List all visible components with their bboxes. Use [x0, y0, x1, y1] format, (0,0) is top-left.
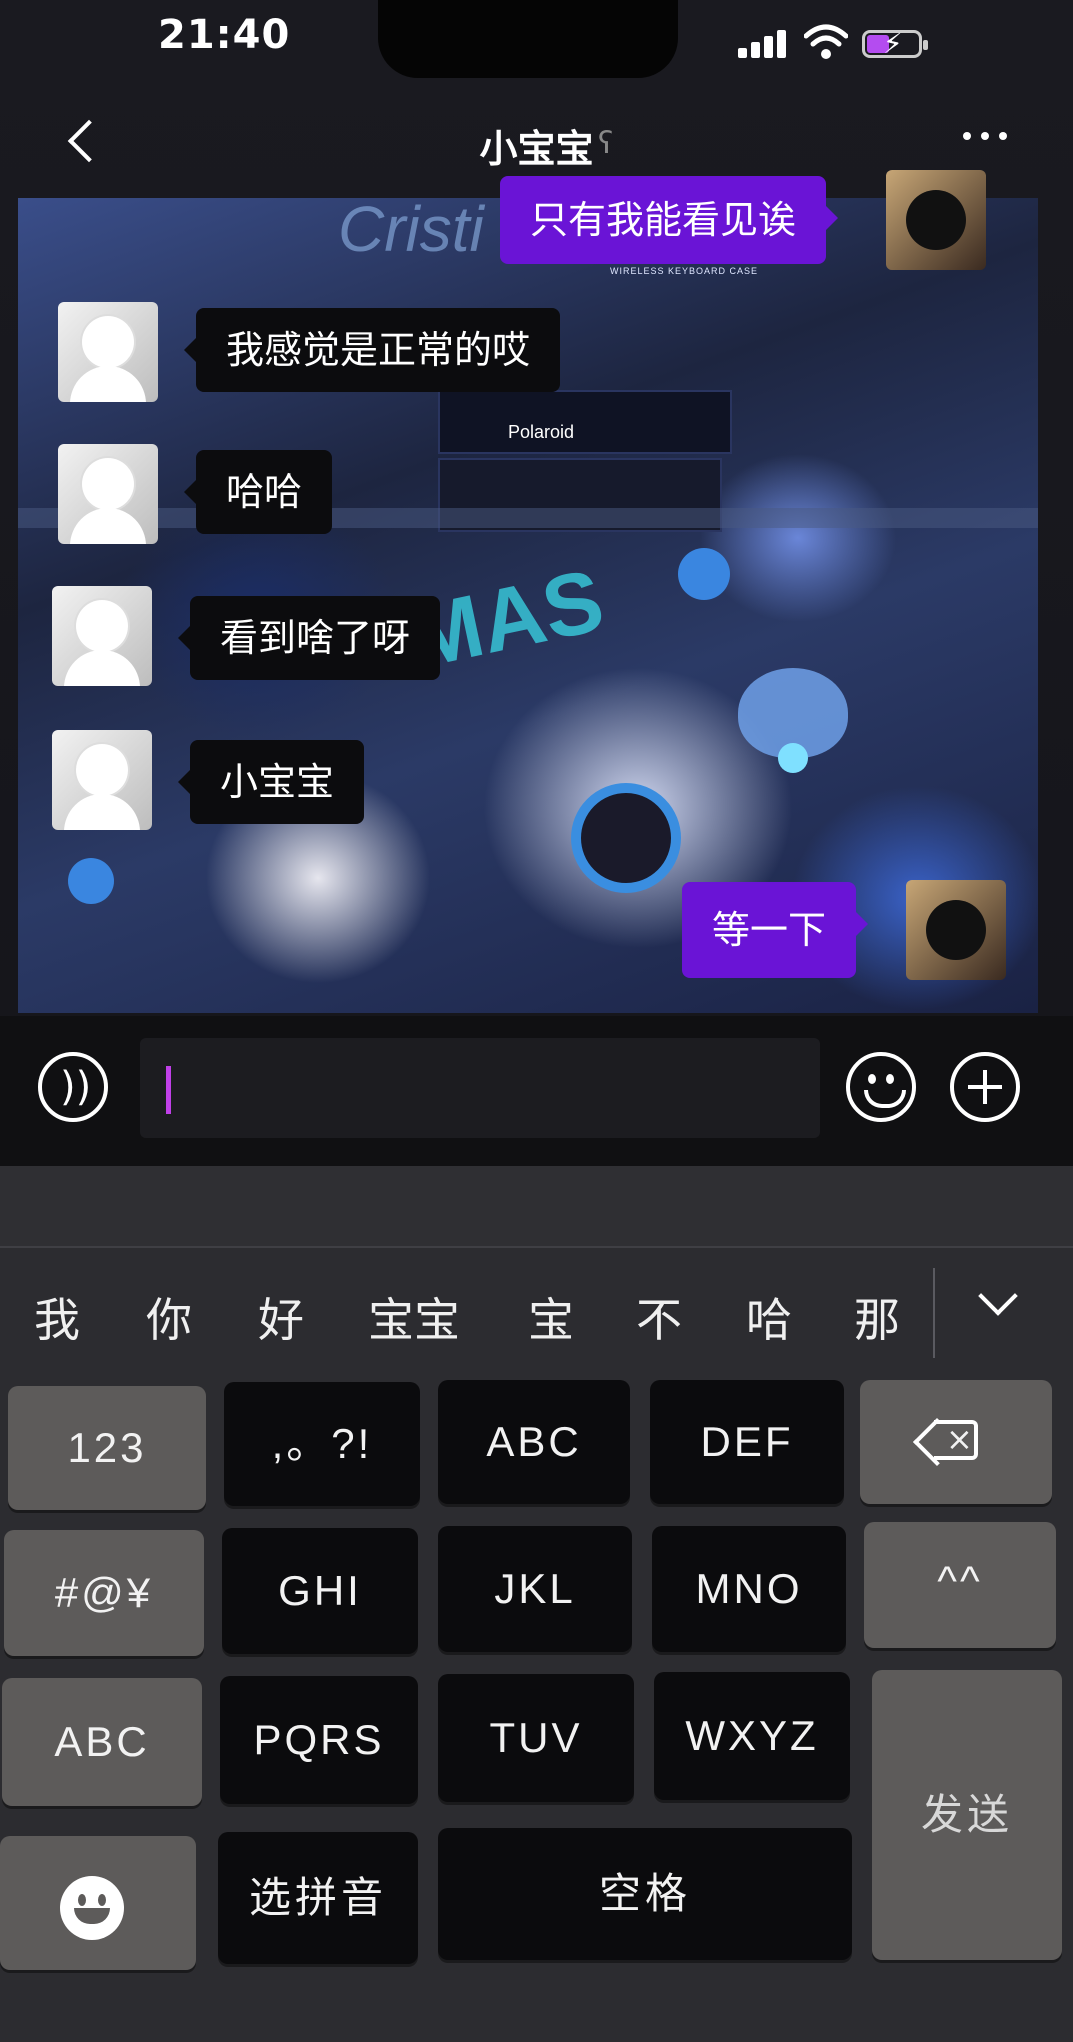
cellular-signal-icon: [738, 30, 790, 58]
message-bubble-outgoing[interactable]: 等一下: [682, 882, 869, 978]
message-bubble-incoming[interactable]: 看到啥了呀: [177, 596, 441, 680]
key-123[interactable]: 123: [8, 1386, 206, 1510]
bg-face: [571, 783, 681, 893]
key-jkl[interactable]: JKL: [438, 1526, 632, 1652]
key-pqrs[interactable]: PQRS: [220, 1676, 418, 1804]
key-mno[interactable]: MNO: [652, 1526, 846, 1652]
bg-ornament: [68, 858, 114, 904]
bg-text-keyboard-case: WIRELESS KEYBOARD CASE: [610, 266, 759, 276]
emoji-icon: [60, 1876, 124, 1940]
more-actions-button[interactable]: [950, 1052, 1020, 1122]
candidate-word[interactable]: 宝宝: [368, 1284, 460, 1350]
key-punctuation[interactable]: ,。?!: [224, 1382, 420, 1506]
expand-candidates-button[interactable]: [972, 1278, 1022, 1328]
battery-icon: ⚡: [862, 27, 928, 60]
key-tuv[interactable]: TUV: [438, 1674, 634, 1802]
message-bubble-outgoing[interactable]: 只有我能看见诶: [500, 176, 839, 264]
dynamic-island: [378, 0, 678, 78]
candidate-bar: 我 你 好 宝宝 宝 不 哈 那: [0, 1248, 1073, 1358]
message-input[interactable]: [140, 1038, 820, 1138]
candidate-word[interactable]: 不: [636, 1284, 682, 1350]
input-bar: )): [0, 1016, 1073, 1166]
bg-shelf: [18, 508, 1038, 528]
key-abc-switch[interactable]: ABC: [2, 1678, 202, 1806]
candidate-word[interactable]: 那: [854, 1284, 900, 1350]
key-symbols[interactable]: #@¥: [4, 1530, 204, 1656]
message-bubble-incoming[interactable]: 小宝宝: [177, 740, 365, 824]
keyboard: 我 你 好 宝宝 宝 不 哈 那 123 ,。?! ABC DEF × #@¥ …: [0, 1166, 1073, 2042]
bg-text-cristi: Cristi: [338, 198, 484, 265]
key-abc[interactable]: ABC: [438, 1380, 630, 1504]
bg-deer-nose: [778, 743, 808, 773]
status-bar: 21:40 ⚡: [0, 0, 1073, 90]
status-time: 21:40: [158, 12, 291, 58]
message-bubble-incoming[interactable]: 我感觉是正常的哎: [183, 308, 561, 392]
wifi-icon: [804, 24, 848, 59]
key-wxyz[interactable]: WXYZ: [654, 1672, 850, 1800]
key-def[interactable]: DEF: [650, 1380, 844, 1504]
candidate-word[interactable]: 好: [258, 1284, 304, 1350]
bg-box: [438, 390, 732, 454]
emoji-button[interactable]: [846, 1052, 916, 1122]
more-options-button[interactable]: [955, 114, 1015, 154]
chat-title: 小宝宝: [479, 127, 594, 171]
emoji-keyboard-key[interactable]: [0, 1836, 196, 1970]
key-kaomoji[interactable]: ^^: [864, 1522, 1056, 1648]
send-key[interactable]: 发送: [872, 1670, 1062, 1960]
my-avatar[interactable]: [906, 880, 1006, 980]
space-key[interactable]: 空格: [438, 1828, 852, 1960]
phone-screen: 21:40 ⚡ 小宝宝 ʕ Cristi WIRELESS KEYBOARD C…: [0, 0, 1073, 2042]
key-select-pinyin[interactable]: 选拼音: [218, 1832, 418, 1964]
contact-avatar[interactable]: [52, 730, 152, 830]
candidate-word[interactable]: 哈: [746, 1284, 792, 1350]
backspace-key[interactable]: ×: [860, 1380, 1052, 1504]
candidate-word[interactable]: 我: [34, 1284, 80, 1350]
voice-input-button[interactable]: )): [38, 1052, 108, 1122]
key-ghi[interactable]: GHI: [222, 1528, 418, 1654]
contact-avatar[interactable]: [52, 586, 152, 686]
bg-text-polaroid: Polaroid: [508, 422, 575, 442]
voice-waves-icon: )): [60, 1064, 92, 1110]
contact-avatar[interactable]: [58, 444, 158, 544]
backspace-icon: ×: [912, 1417, 980, 1467]
candidate-word[interactable]: 你: [146, 1284, 192, 1350]
keyboard-toolbar: [0, 1166, 1073, 1248]
contact-avatar[interactable]: [58, 302, 158, 402]
bg-ornament: [678, 548, 730, 600]
candidate-divider: [933, 1268, 935, 1358]
my-avatar[interactable]: [886, 170, 986, 270]
earpiece-mode-icon: ʕ: [598, 126, 614, 161]
text-caret: [166, 1066, 171, 1114]
candidate-word[interactable]: 宝: [528, 1284, 574, 1350]
message-bubble-incoming[interactable]: 哈哈: [183, 450, 333, 534]
